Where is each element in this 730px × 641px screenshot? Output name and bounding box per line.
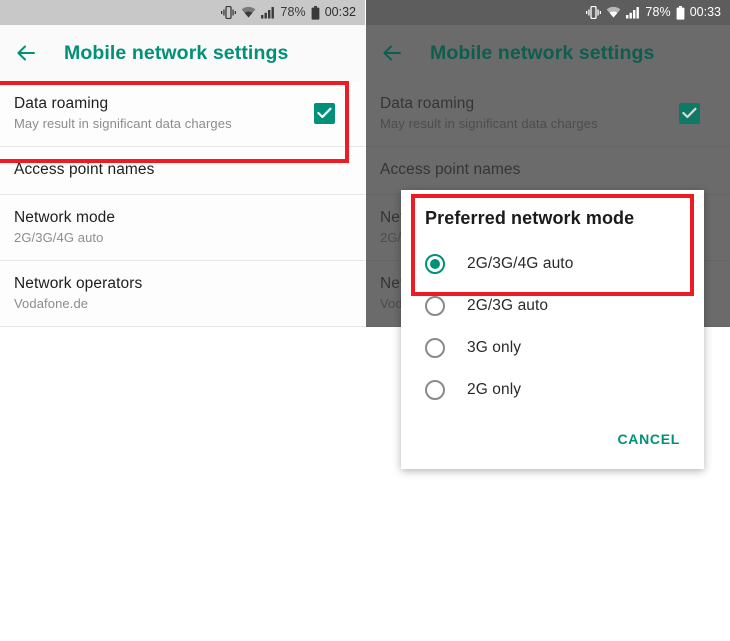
list-item-texts: Access point names	[380, 161, 714, 179]
page-title: Mobile network settings	[430, 41, 655, 64]
radio-option-3g-only[interactable]: 3G only	[401, 327, 704, 369]
list-item-texts: Network mode 2G/3G/4G auto	[14, 209, 349, 245]
battery-percent-label: 78%	[645, 5, 671, 20]
app-bar-right: Mobile network settings	[366, 25, 730, 81]
list-item-access-point-names[interactable]: Access point names	[366, 147, 730, 194]
list-item-data-roaming[interactable]: Data roaming May result in significant d…	[366, 81, 730, 146]
back-arrow-icon[interactable]	[380, 41, 404, 65]
phone-screen-right: 78% 00:33 Mobile network settings Data r…	[365, 0, 730, 641]
list-item-texts: Access point names	[14, 161, 349, 179]
screenshot-root: 78% 00:32 Mobile network settings Data r…	[0, 0, 730, 641]
phone-screen-left: 78% 00:32 Mobile network settings Data r…	[0, 0, 365, 641]
list-item-title: Data roaming	[380, 95, 475, 112]
radio-option-label: 2G/3G auto	[467, 297, 549, 314]
list-item-subtitle: May result in significant data charges	[14, 116, 232, 131]
clock-label: 00:32	[324, 5, 356, 20]
radio-option-label: 2G only	[467, 381, 522, 398]
radio-button-icon[interactable]	[425, 338, 445, 358]
list-item-texts: Data roaming May result in significant d…	[380, 95, 598, 131]
list-item-subtitle: May result in significant data charges	[380, 116, 598, 131]
radio-button-icon[interactable]	[425, 296, 445, 316]
radio-option-label: 3G only	[467, 339, 522, 356]
list-item-network-operators[interactable]: Network operators Vodafone.de	[0, 261, 365, 326]
list-item-subtitle: Vodafone.de	[14, 296, 89, 311]
vibrate-icon	[221, 5, 237, 20]
list-item-texts: Data roaming May result in significant d…	[14, 95, 232, 131]
radio-option-2g3g4g-auto[interactable]: 2G/3G/4G auto	[401, 243, 704, 285]
list-item-title: Network mode	[14, 209, 116, 226]
data-roaming-checkbox[interactable]	[314, 102, 335, 124]
radio-option-2g3g-auto[interactable]: 2G/3G auto	[401, 285, 704, 327]
status-bar-right: 78% 00:33	[366, 0, 730, 25]
list-item-title: Access point names	[380, 161, 521, 178]
radio-button-selected-icon[interactable]	[425, 254, 445, 274]
dialog-title: Preferred network mode	[425, 208, 635, 228]
radio-option-2g-only[interactable]: 2G only	[401, 369, 704, 411]
app-bar-left: Mobile network settings	[0, 25, 365, 81]
radio-option-label: 2G/3G/4G auto	[467, 255, 574, 272]
list-item-texts: Network operators Vodafone.de	[14, 275, 349, 311]
list-item-title: Data roaming	[14, 95, 109, 112]
dialog-actions: CANCEL	[401, 417, 704, 463]
list-item-title: Access point names	[14, 161, 155, 178]
vibrate-icon	[586, 5, 602, 20]
wifi-icon	[241, 6, 256, 19]
status-bar-left: 78% 00:32	[0, 0, 365, 25]
battery-icon	[676, 5, 685, 20]
preferred-network-mode-dialog: Preferred network mode 2G/3G/4G auto 2G/…	[401, 190, 704, 469]
list-divider	[0, 326, 365, 327]
cancel-button[interactable]: CANCEL	[617, 431, 680, 447]
data-roaming-checkbox[interactable]	[679, 102, 700, 124]
radio-button-icon[interactable]	[425, 380, 445, 400]
list-item-subtitle: 2G/3G/4G auto	[14, 230, 104, 245]
list-item-network-mode[interactable]: Network mode 2G/3G/4G auto	[0, 195, 365, 260]
settings-list-left: Data roaming May result in significant d…	[0, 81, 365, 327]
battery-percent-label: 78%	[280, 5, 306, 20]
list-item-data-roaming[interactable]: Data roaming May result in significant d…	[0, 81, 365, 146]
list-item-access-point-names[interactable]: Access point names	[0, 147, 365, 194]
wifi-icon	[606, 6, 621, 19]
page-title: Mobile network settings	[64, 41, 289, 64]
clock-label: 00:33	[689, 5, 721, 20]
network-mode-radio-group: 2G/3G/4G auto 2G/3G auto 3G only 2G only	[401, 243, 704, 417]
list-item-title: Network operators	[14, 275, 143, 292]
signal-icon	[626, 6, 640, 19]
back-arrow-icon[interactable]	[14, 41, 38, 65]
signal-icon	[261, 6, 275, 19]
battery-icon	[311, 5, 320, 20]
